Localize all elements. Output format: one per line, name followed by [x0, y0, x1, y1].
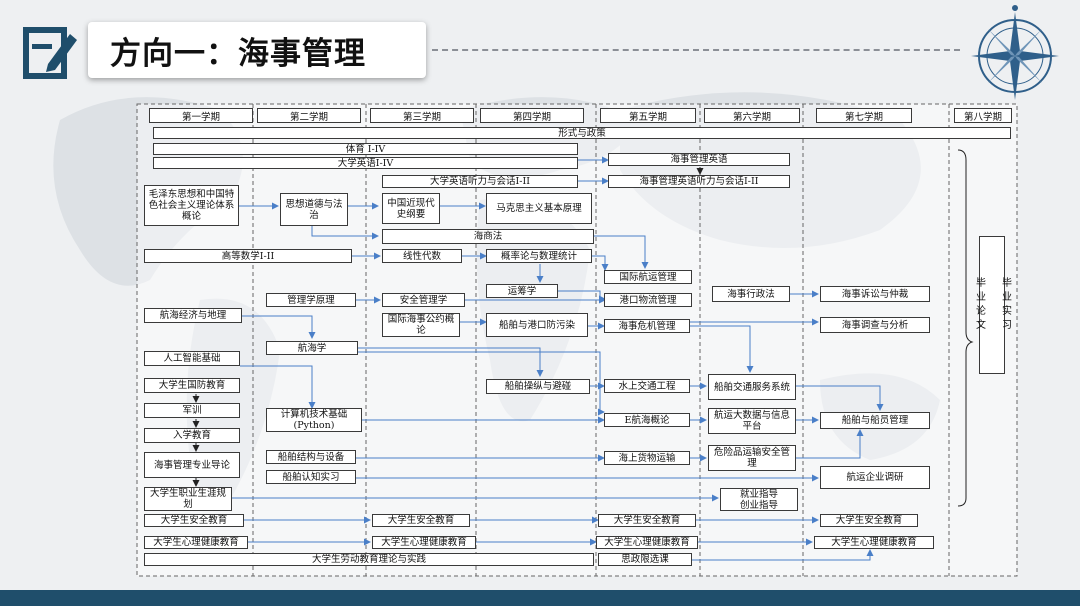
course-tingli: 大学英语听力与会话I-II	[382, 175, 578, 188]
course-wuran: 船舶与港口防污染	[486, 313, 588, 337]
course-xinli1: 大学生心理健康教育	[144, 536, 248, 549]
course-renzhi: 船舶认知实习	[266, 470, 356, 484]
semester-header-1: 第一学期	[149, 108, 253, 123]
course-jiuye: 就业指导 创业指导	[720, 488, 798, 511]
course-weixian: 危险品运输安全管理	[708, 445, 796, 471]
semester-header-4: 第四学期	[480, 108, 584, 123]
semester-header-3: 第三学期	[370, 108, 474, 123]
course-haishang: 海商法	[382, 229, 594, 244]
course-hs-yingyu: 海事管理英语	[608, 153, 790, 166]
course-diaocha: 海事调查与分析	[820, 317, 930, 333]
semester-header-7: 第七学期	[816, 108, 912, 123]
course-jingji: 航海经济与地理	[144, 308, 242, 323]
course-makesi: 马克思主义基本原理	[486, 193, 592, 224]
course-xinli3: 大学生心理健康教育	[372, 536, 476, 549]
course-guanli: 管理学原理	[266, 293, 356, 307]
course-dashuju: 航运大数据与信息平台	[708, 408, 796, 434]
course-anjiao1: 大学生安全教育	[144, 514, 244, 527]
course-hangyun: 国际航运管理	[604, 270, 692, 284]
course-jiaotong: 船舶交通服务系统	[708, 374, 796, 400]
course-anquan: 安全管理学	[382, 293, 465, 307]
course-chuanyuan: 船舶与船员管理	[820, 412, 930, 429]
course-jiegou: 船舶结构与设备	[266, 450, 356, 464]
course-jisuanji: 计算机技术基础 (Python)	[266, 408, 362, 432]
course-tiyu: 体育 I-IV	[153, 143, 578, 155]
course-xingzheng: 海事行政法	[712, 286, 790, 302]
course-gailv: 概率论与数理统计	[486, 249, 592, 263]
course-hs-tingli: 海事管理英语听力与会话I-II	[608, 175, 790, 188]
semester-header-8: 第八学期	[954, 108, 1012, 123]
footer-bar	[0, 590, 1080, 606]
course-zhiye: 大学生职业生涯规划	[144, 487, 232, 511]
course-xingshi: 形式与政策	[153, 127, 1011, 139]
semester-header-2: 第二学期	[257, 108, 361, 123]
course-hanghaixue: 航海学	[266, 341, 358, 355]
semester-header-6: 第六学期	[704, 108, 800, 123]
course-gaoshu: 高等数学I-II	[144, 249, 352, 263]
semester-header-5: 第五学期	[600, 108, 696, 123]
course-susong: 海事诉讼与仲裁	[820, 286, 930, 302]
course-laodong: 大学生劳动教育理论与实践	[144, 553, 594, 566]
course-shuishang: 水上交通工程	[604, 379, 690, 393]
course-xinli5: 大学生心理健康教育	[596, 536, 698, 549]
course-jindai: 中国近现代史纲要	[382, 193, 440, 224]
course-mao: 毛泽东思想和中国特色社会主义理论体系概论	[144, 185, 239, 226]
course-huowu: 海上货物运输	[604, 451, 690, 465]
course-yingyu: 大学英语I-IV	[153, 157, 578, 169]
course-yunchou: 运筹学	[486, 284, 558, 298]
course-caozong: 船舶操纵与避碰	[486, 379, 590, 394]
course-rengong: 人工智能基础	[144, 351, 240, 366]
course-xinli7: 大学生心理健康教育	[814, 536, 934, 549]
course-anjiao3: 大学生安全教育	[372, 514, 470, 527]
course-gongyue: 国际海事公约概论	[382, 313, 460, 337]
course-biye: 毕业实习 毕业论文	[974, 236, 1011, 374]
course-ruxue: 入学教育	[144, 428, 240, 443]
course-junxun: 军训	[144, 403, 240, 418]
course-ehanghai: E航海概论	[604, 413, 690, 427]
course-sixiang: 思想道德与法治	[280, 193, 348, 226]
course-diaoyan: 航运企业调研	[820, 466, 930, 489]
course-anjiao5: 大学生安全教育	[598, 514, 696, 527]
course-anjiao7: 大学生安全教育	[820, 514, 918, 527]
course-guofang: 大学生国防教育	[144, 378, 240, 393]
course-xiandai: 线性代数	[382, 249, 462, 263]
course-weiji: 海事危机管理	[604, 319, 690, 333]
course-daolun: 海事管理专业导论	[144, 452, 240, 478]
course-sizheng: 思政限选课	[598, 553, 692, 566]
course-gangkou: 港口物流管理	[604, 293, 692, 307]
